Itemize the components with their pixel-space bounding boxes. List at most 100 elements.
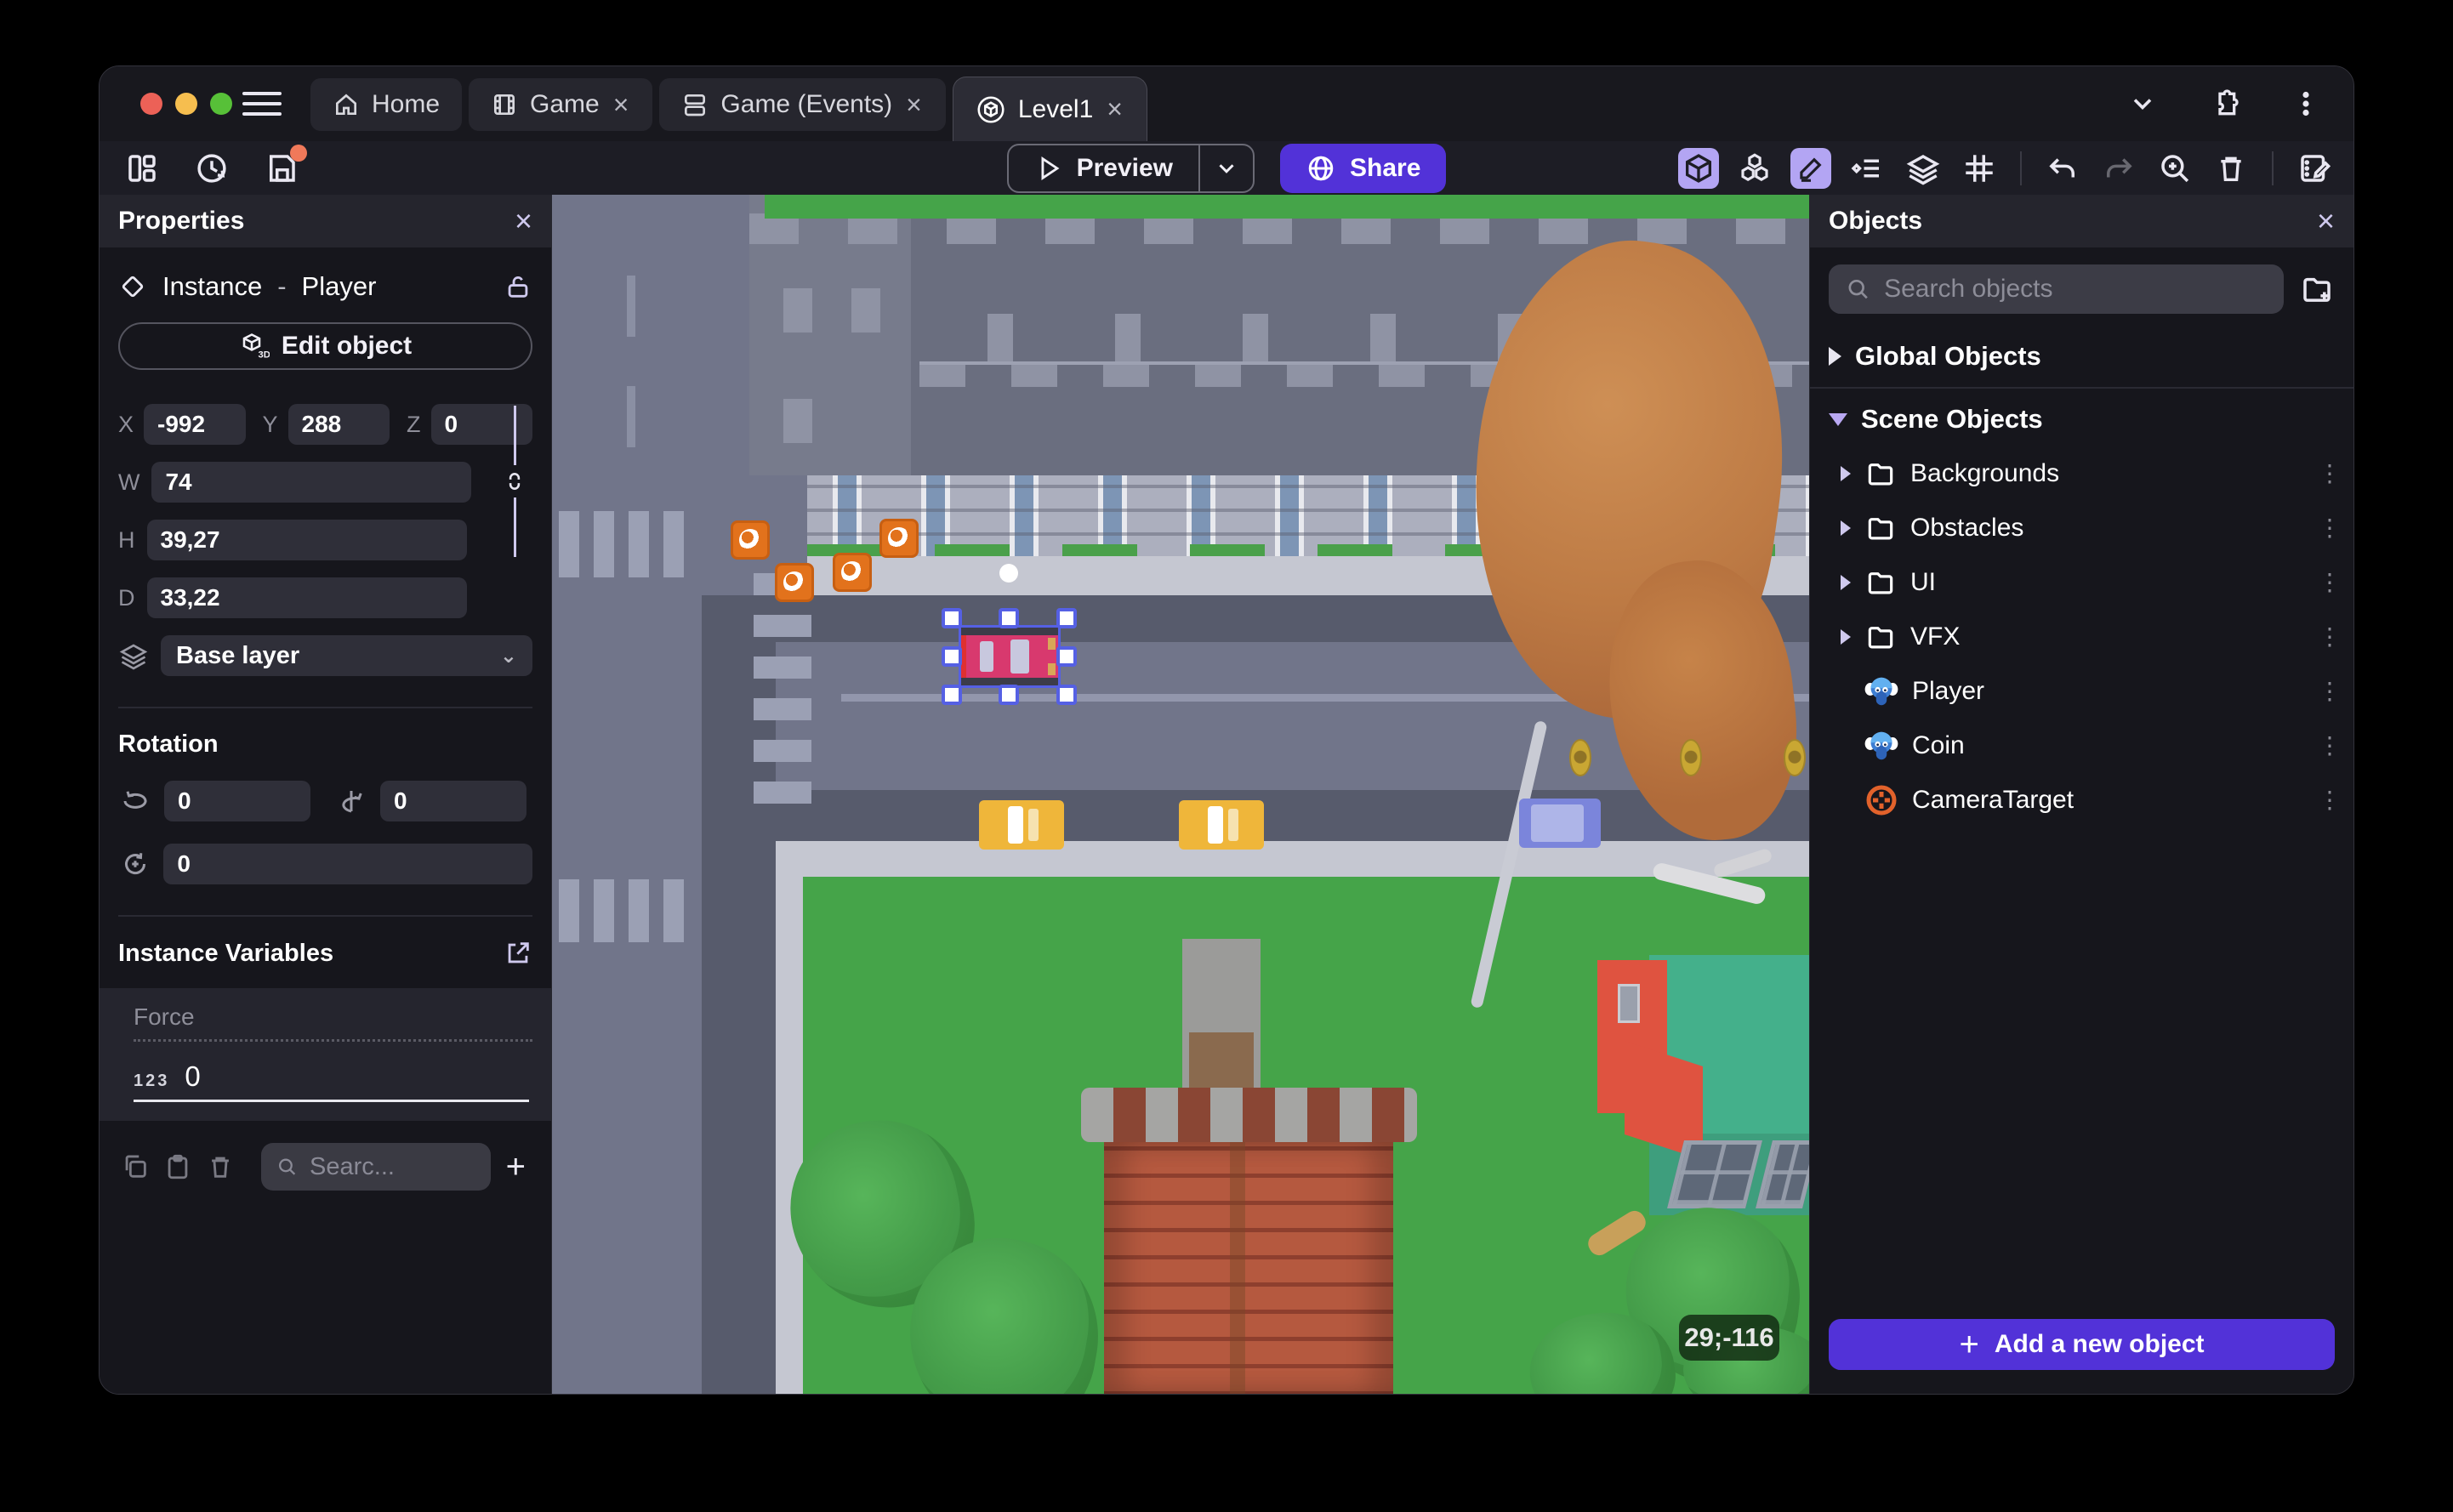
variable-value[interactable]: 0 — [185, 1060, 200, 1093]
selection-handle[interactable] — [999, 685, 1019, 705]
paste-icon[interactable] — [161, 1150, 195, 1184]
open-variables-external-icon[interactable] — [504, 939, 532, 968]
selection-handle[interactable] — [942, 608, 962, 628]
tab-bar: Home Game × Game (Events) × Level1 × — [310, 66, 1147, 141]
row-menu-icon[interactable]: ⋮ — [2318, 516, 2342, 541]
close-objects-icon[interactable]: × — [2317, 206, 2335, 236]
variable-name[interactable]: Force — [134, 1003, 532, 1042]
more-menu-icon[interactable] — [2287, 85, 2325, 122]
variables-search-input[interactable] — [310, 1152, 475, 1181]
redo-icon[interactable] — [2098, 148, 2139, 189]
unlock-icon[interactable] — [504, 272, 532, 301]
close-tab-icon[interactable]: × — [612, 89, 631, 121]
copy-icon[interactable] — [118, 1150, 152, 1184]
coin-instance[interactable] — [1569, 739, 1591, 776]
add-folder-icon[interactable] — [2299, 271, 2335, 307]
rotation-x-field[interactable] — [164, 781, 310, 821]
tab-home[interactable]: Home — [310, 78, 463, 131]
edit-pencil-toggle-icon[interactable] — [1790, 147, 1831, 189]
row-menu-icon[interactable]: ⋮ — [2318, 571, 2342, 595]
layer-select[interactable]: Base layer ⌄ — [161, 635, 532, 676]
close-properties-icon[interactable]: × — [515, 206, 532, 236]
main-menu-icon[interactable] — [242, 87, 282, 121]
yellow-car[interactable] — [979, 800, 1064, 850]
blue-car[interactable] — [1519, 799, 1601, 848]
selection-handle[interactable] — [942, 685, 962, 705]
coin-instance[interactable] — [1784, 739, 1806, 776]
edit-object-button[interactable]: 3D Edit object — [118, 322, 532, 370]
instances-list-icon[interactable] — [1847, 148, 1887, 189]
player-car-selected[interactable] — [961, 628, 1058, 685]
preview-options-chevron[interactable] — [1198, 145, 1253, 191]
object-folder-obstacles[interactable]: Obstacles ⋮ — [1810, 501, 2353, 555]
rotation-z-field[interactable] — [163, 844, 532, 884]
width-field[interactable] — [151, 462, 472, 503]
rotation-handle[interactable] — [999, 564, 1018, 583]
object-folder-ui[interactable]: UI ⋮ — [1810, 555, 2353, 610]
variable-row[interactable]: Force 123 0 — [100, 988, 551, 1121]
preview-button[interactable]: Preview — [1006, 143, 1255, 193]
rotation-y-field[interactable] — [380, 781, 526, 821]
row-menu-icon[interactable]: ⋮ — [2318, 625, 2342, 650]
selection-handle[interactable] — [1056, 608, 1077, 628]
variables-search[interactable] — [261, 1143, 491, 1191]
group-scene-objects[interactable]: Scene Objects — [1810, 392, 2353, 446]
save-icon[interactable] — [261, 144, 307, 189]
pickup-box[interactable] — [833, 553, 872, 592]
row-menu-icon[interactable]: ⋮ — [2318, 734, 2342, 759]
3d-view-toggle-icon[interactable] — [1678, 147, 1719, 189]
share-button[interactable]: Share — [1280, 143, 1447, 193]
x-field[interactable] — [144, 404, 246, 445]
selection-handle[interactable] — [942, 646, 962, 667]
selection-handle[interactable] — [1056, 646, 1077, 667]
selection-handle[interactable] — [1056, 685, 1077, 705]
close-tab-icon[interactable]: × — [1105, 94, 1124, 125]
group-global-objects[interactable]: Global Objects — [1810, 329, 2353, 384]
height-field[interactable] — [146, 520, 467, 560]
layers-icon[interactable] — [1903, 148, 1944, 189]
objects-search[interactable] — [1829, 264, 2284, 314]
row-menu-icon[interactable]: ⋮ — [2318, 788, 2342, 813]
tab-game-events[interactable]: Game (Events) × — [659, 78, 946, 131]
add-variable-button[interactable]: + — [499, 1148, 532, 1186]
row-menu-icon[interactable]: ⋮ — [2318, 679, 2342, 704]
edit-scene-properties-icon[interactable] — [2294, 148, 2335, 189]
objects-search-input[interactable] — [1884, 275, 2267, 304]
trash-icon[interactable] — [2211, 148, 2251, 189]
coin-instance[interactable] — [1680, 739, 1702, 776]
tab-game[interactable]: Game × — [469, 78, 653, 131]
object-folder-backgrounds[interactable]: Backgrounds ⋮ — [1810, 446, 2353, 501]
close-tab-icon[interactable]: × — [904, 89, 924, 121]
object-player[interactable]: Player ⋮ — [1810, 664, 2353, 719]
object-coin[interactable]: Coin ⋮ — [1810, 719, 2353, 773]
lock-aspect-ratio-control[interactable] — [502, 406, 527, 557]
depth-field[interactable] — [146, 577, 467, 618]
minimize-window-button[interactable] — [175, 93, 197, 115]
tab-label: Game (Events) — [720, 90, 893, 118]
object-camera-target[interactable]: CameraTarget ⋮ — [1810, 773, 2353, 827]
row-menu-icon[interactable]: ⋮ — [2318, 462, 2342, 486]
y-field[interactable] — [287, 404, 390, 445]
zoom-in-icon[interactable] — [2154, 148, 2195, 189]
yellow-car[interactable] — [1179, 800, 1264, 850]
object-folder-vfx[interactable]: VFX ⋮ — [1810, 610, 2353, 664]
scene-canvas[interactable]: 29;-116 — [552, 195, 1809, 1394]
cursor-coordinates-badge: 29;-116 — [1679, 1315, 1779, 1361]
extensions-puzzle-icon[interactable] — [2205, 85, 2243, 122]
tab-level1[interactable]: Level1 × — [952, 77, 1147, 141]
brick-tower[interactable] — [1081, 939, 1417, 1394]
pickup-box[interactable] — [731, 520, 770, 560]
pickup-box[interactable] — [775, 563, 814, 602]
history-icon[interactable] — [191, 148, 232, 189]
objects-cubes-icon[interactable] — [1734, 148, 1775, 189]
add-new-object-button[interactable]: + Add a new object — [1829, 1319, 2335, 1370]
maximize-window-button[interactable] — [210, 93, 232, 115]
close-window-button[interactable] — [140, 93, 162, 115]
pickup-box[interactable] — [879, 519, 919, 558]
chevron-down-icon[interactable] — [2124, 85, 2161, 122]
grid-icon[interactable] — [1959, 148, 2000, 189]
open-panels-icon[interactable] — [122, 148, 162, 189]
undo-icon[interactable] — [2042, 148, 2083, 189]
selection-handle[interactable] — [999, 608, 1019, 628]
delete-variable-icon[interactable] — [203, 1150, 237, 1184]
